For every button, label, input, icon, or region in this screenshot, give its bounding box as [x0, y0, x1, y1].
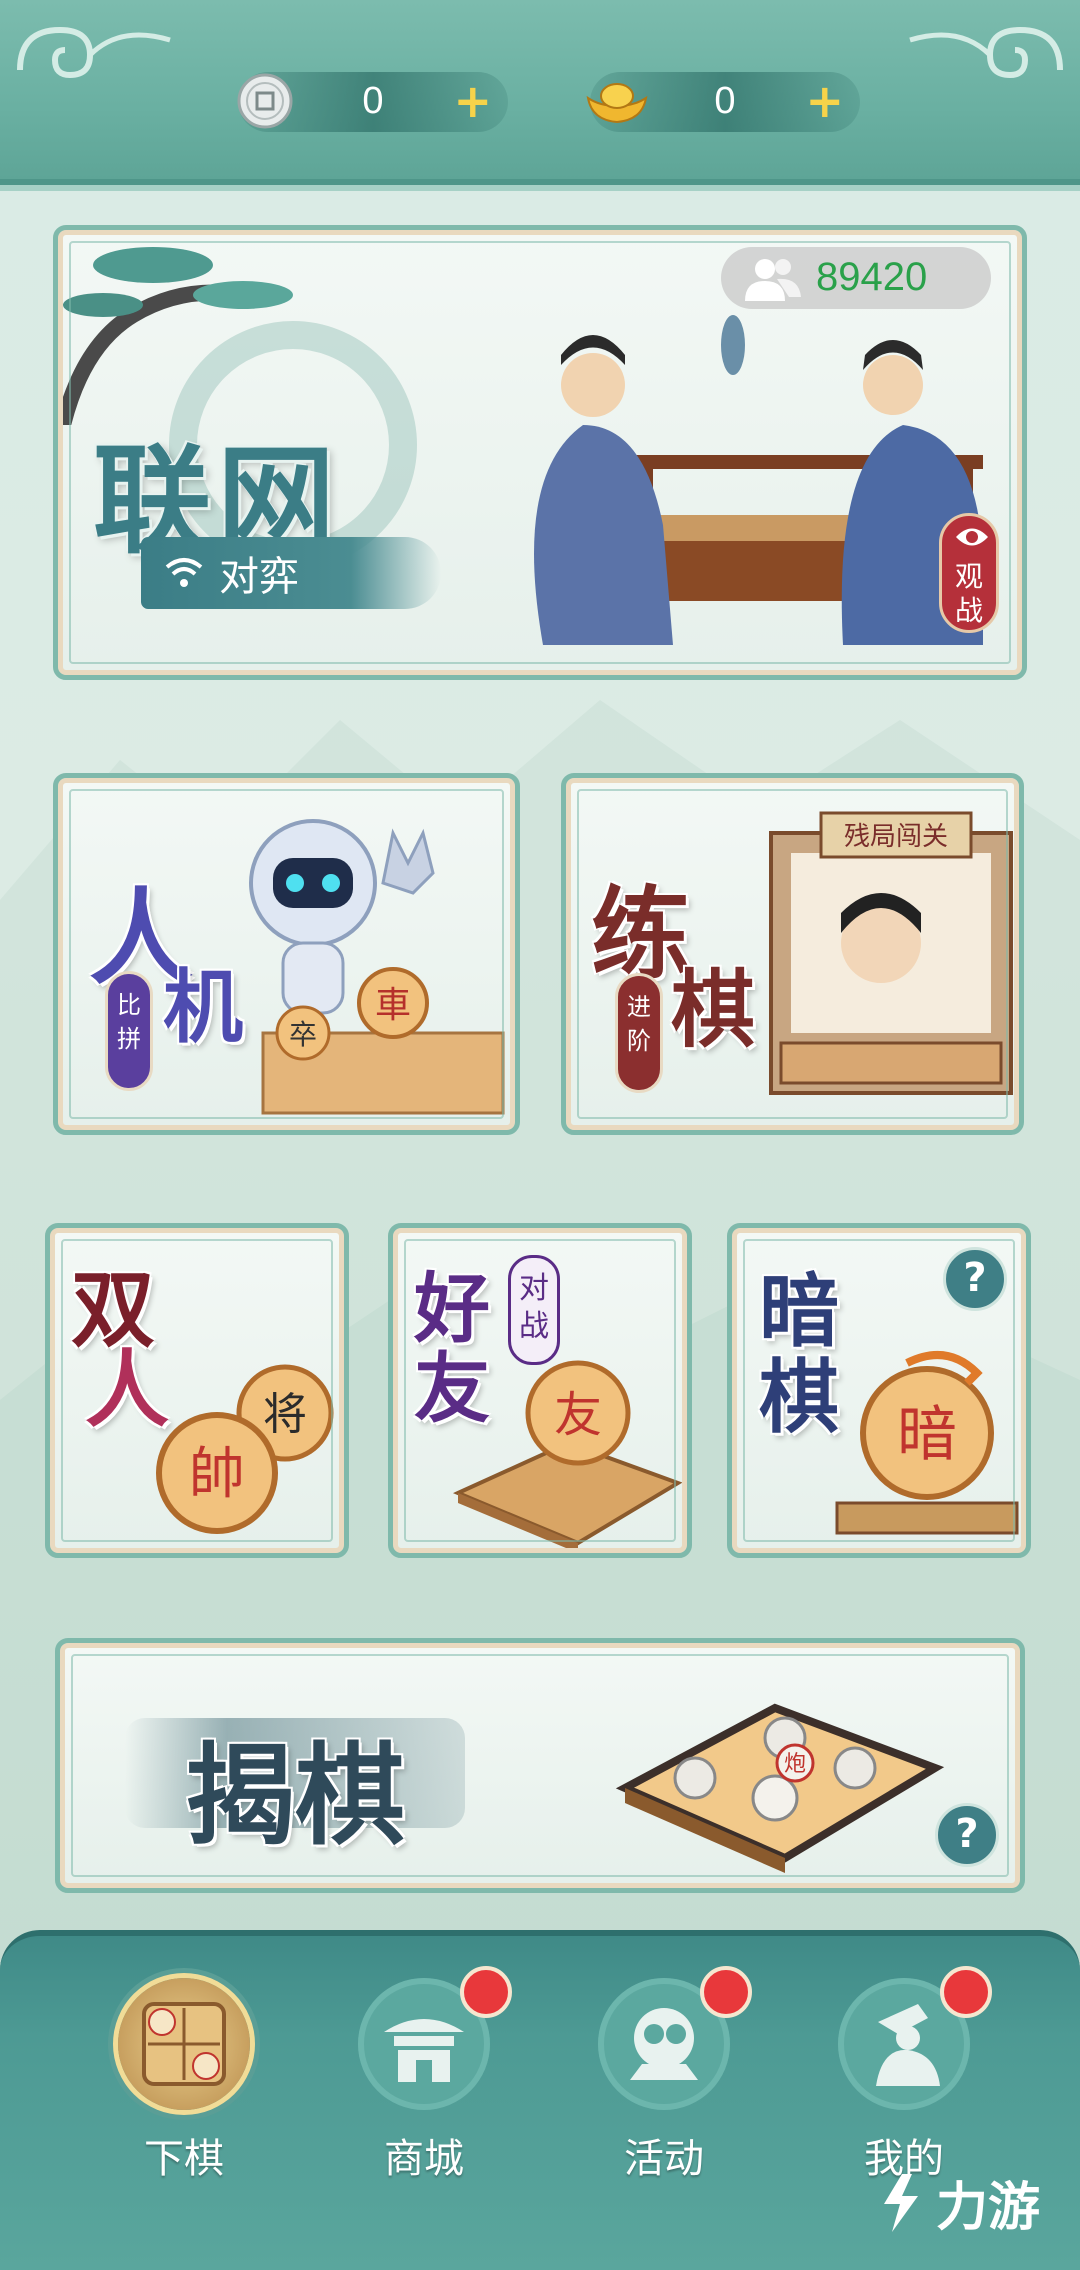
- watermark-logo-icon: [883, 2173, 918, 2232]
- chess-pieces-illustration: 将 帥: [156, 1364, 334, 1534]
- ai-match-card[interactable]: 人 机 比拼 車 卒: [53, 773, 520, 1135]
- practice-card[interactable]: 练 棋 进阶 残局闯关: [561, 773, 1024, 1135]
- scholar-profile-icon: [876, 2004, 940, 2086]
- coin-value: 0: [362, 80, 384, 122]
- two-piece-2-text: 将: [263, 1389, 307, 1440]
- dark-piece-text: 暗: [897, 1400, 957, 1470]
- chessboard-icon: [142, 2002, 226, 2086]
- online-player-count: 89420: [721, 247, 991, 309]
- online-subtitle: 对弈: [141, 537, 441, 609]
- practice-banner-text: 残局闯关: [844, 822, 948, 852]
- nav-events-label: 活动: [624, 2136, 704, 2182]
- activity-gong-icon: [630, 2008, 698, 2080]
- cloud-ornament-icon: [909, 26, 1063, 79]
- bottom-navigation: 下棋 商城 活动 我的 力游: [0, 1930, 1080, 2270]
- nav-shop-label: 商城: [384, 2136, 464, 2182]
- coin-icon: [237, 73, 293, 129]
- add-gold-button[interactable]: +: [805, 76, 844, 126]
- ai-char-2: 机: [163, 960, 243, 1054]
- chessboard-illustration: 友: [452, 1360, 682, 1548]
- users-icon: [745, 259, 801, 301]
- watch-label-2: 战: [954, 594, 983, 627]
- jieqi-piece-text: 炮: [784, 1752, 806, 1777]
- nav-shop[interactable]: 商城: [344, 1958, 512, 2182]
- nav-events[interactable]: 活动: [584, 1958, 752, 2182]
- ai-piece-text: 車: [375, 985, 411, 1026]
- jieqi-title: 揭棋: [185, 1731, 405, 1860]
- board-illustration: 炮: [615, 1703, 945, 1873]
- watermark-text: 力游: [935, 2178, 1040, 2238]
- ai-tag: 比拼: [105, 971, 153, 1091]
- nav-play[interactable]: 下棋: [104, 1958, 264, 2182]
- gold-value: 0: [714, 80, 736, 122]
- dark-chess-help-button[interactable]: ?: [943, 1247, 1007, 1311]
- online-subtitle-text: 对弈: [219, 554, 299, 600]
- scholars-playing-illustration: [534, 315, 983, 645]
- eye-icon: [956, 528, 988, 546]
- online-match-card[interactable]: 联网 对弈 89420 观 战: [53, 225, 1027, 680]
- robot-illustration: 車 卒: [249, 819, 505, 1115]
- two-piece-1-text: 帥: [189, 1442, 245, 1507]
- wifi-icon: [165, 558, 203, 587]
- watch-game-button[interactable]: 观 战: [939, 513, 999, 633]
- practice-char-2: 棋: [671, 960, 756, 1059]
- friend-match-card[interactable]: 好 友 对战 友: [388, 1223, 692, 1558]
- two-player-card[interactable]: 双 人 将 帥: [45, 1223, 349, 1558]
- watch-label-1: 观: [954, 560, 983, 593]
- gold-balance: 0 +: [586, 72, 860, 132]
- nav-play-label: 下棋: [144, 2136, 224, 2182]
- nav-profile[interactable]: 我的: [824, 1958, 992, 2182]
- shop-notification-badge: [460, 1966, 512, 2018]
- top-bar: 0 + 0 +: [0, 0, 1080, 185]
- watermark: 力游: [872, 2165, 1040, 2240]
- dark-piece-illustration: 暗: [835, 1351, 1019, 1535]
- ai-piece-2-text: 卒: [289, 1018, 317, 1051]
- jieqi-help-button[interactable]: ?: [935, 1803, 999, 1867]
- jieqi-card[interactable]: 揭棋 炮 ?: [55, 1638, 1025, 1893]
- add-coin-button[interactable]: +: [453, 76, 492, 126]
- friend-piece-text: 友: [554, 1387, 602, 1443]
- gold-ingot-icon: [586, 83, 648, 124]
- profile-notification-badge: [940, 1966, 992, 2018]
- shop-pavilion-icon: [384, 2019, 464, 2082]
- coin-balance: 0 +: [237, 72, 508, 132]
- friend-tag: 对战: [508, 1255, 560, 1365]
- player-count-value: 89420: [816, 255, 928, 299]
- pavilion-illustration: 残局闯关: [769, 811, 1013, 1095]
- cloud-ornament-icon: [17, 26, 171, 79]
- events-notification-badge: [700, 1966, 752, 2018]
- practice-tag: 进阶: [615, 973, 663, 1093]
- dark-chess-card[interactable]: 暗 棋 ? 暗: [727, 1223, 1031, 1558]
